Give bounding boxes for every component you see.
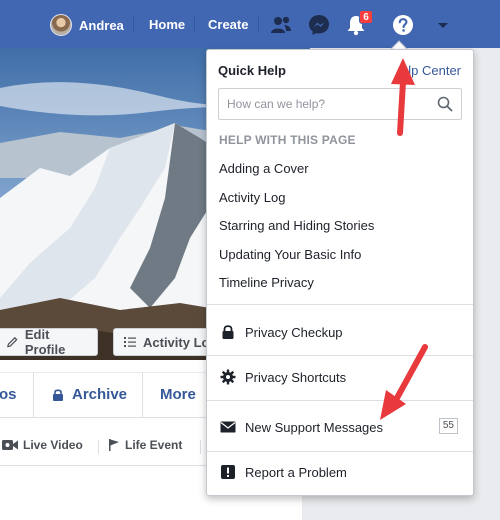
tab-archive-label: Archive bbox=[72, 386, 128, 403]
privacy-checkup-label: Privacy Checkup bbox=[245, 324, 343, 340]
help-question-icon[interactable] bbox=[390, 12, 416, 38]
quick-help-menu: Quick Help lp Center HELP WITH THIS PAGE… bbox=[206, 49, 474, 496]
help-search-input[interactable] bbox=[219, 89, 429, 119]
privacy-shortcuts-label: Privacy Shortcuts bbox=[245, 369, 347, 385]
user-name-label: Andrea bbox=[79, 17, 124, 33]
pencil-icon bbox=[7, 336, 18, 348]
list-icon bbox=[124, 337, 136, 347]
help-center-link[interactable]: lp Center bbox=[408, 63, 461, 78]
live-video-button[interactable]: Live Video bbox=[2, 438, 83, 452]
tab-archive[interactable]: Archive bbox=[52, 386, 127, 403]
help-item-basic-info[interactable]: Updating Your Basic Info bbox=[219, 247, 361, 262]
nav-divider bbox=[133, 15, 134, 33]
video-camera-icon bbox=[2, 440, 18, 450]
tab-more[interactable]: More bbox=[160, 386, 196, 403]
edit-profile-label: Edit Profile bbox=[24, 327, 66, 357]
live-video-label: Live Video bbox=[23, 438, 83, 452]
support-messages-item[interactable]: New Support Messages 55 bbox=[207, 412, 473, 442]
help-item-starring-stories[interactable]: Starring and Hiding Stories bbox=[219, 218, 374, 233]
life-event-label: Life Event bbox=[125, 438, 183, 452]
help-item-activity-log[interactable]: Activity Log bbox=[219, 190, 285, 205]
help-item-adding-cover[interactable]: Adding a Cover bbox=[219, 161, 309, 176]
profile-nav-link[interactable]: Andrea bbox=[50, 13, 124, 37]
menu-divider bbox=[207, 304, 473, 305]
notification-count-badge: 6 bbox=[359, 10, 373, 24]
section-heading: HELP WITH THIS PAGE bbox=[219, 133, 356, 147]
report-problem-item[interactable]: Report a Problem bbox=[207, 457, 473, 487]
caret-down-icon[interactable] bbox=[430, 12, 456, 38]
support-messages-label: New Support Messages bbox=[245, 419, 384, 435]
nav-divider bbox=[258, 15, 259, 33]
composer-divider bbox=[200, 440, 201, 454]
privacy-shortcuts-item[interactable]: Privacy Shortcuts bbox=[207, 362, 473, 392]
menu-divider bbox=[207, 451, 473, 452]
tab-photos[interactable]: os bbox=[0, 386, 17, 403]
nav-divider bbox=[194, 15, 195, 33]
home-link[interactable]: Home bbox=[149, 17, 185, 32]
alert-icon bbox=[219, 463, 237, 481]
report-problem-label: Report a Problem bbox=[245, 464, 347, 480]
life-event-button[interactable]: Life Event bbox=[108, 438, 182, 452]
lock-icon bbox=[53, 389, 63, 401]
edit-profile-button[interactable]: Edit Profile bbox=[0, 327, 98, 357]
create-link[interactable]: Create bbox=[208, 17, 248, 32]
menu-title: Quick Help bbox=[218, 63, 286, 78]
padlock-icon bbox=[219, 323, 237, 341]
privacy-checkup-item[interactable]: Privacy Checkup bbox=[207, 317, 473, 347]
envelope-icon bbox=[219, 418, 237, 436]
search-icon[interactable] bbox=[437, 96, 453, 112]
flag-icon bbox=[109, 439, 119, 451]
menu-divider bbox=[207, 400, 473, 401]
help-item-timeline-privacy[interactable]: Timeline Privacy bbox=[219, 275, 314, 290]
tab-divider bbox=[142, 373, 143, 418]
menu-divider bbox=[207, 355, 473, 356]
support-messages-count: 55 bbox=[438, 418, 458, 434]
friend-requests-icon[interactable] bbox=[268, 12, 294, 38]
messenger-icon[interactable] bbox=[306, 12, 332, 38]
top-navigation-bar: Andrea Home Create 6 bbox=[0, 0, 500, 48]
avatar bbox=[50, 14, 72, 36]
composer-divider bbox=[98, 440, 99, 454]
help-search-box bbox=[218, 88, 462, 120]
gear-icon bbox=[219, 368, 237, 386]
tab-divider bbox=[33, 373, 34, 418]
activity-log-label: Activity Lo bbox=[143, 334, 210, 350]
